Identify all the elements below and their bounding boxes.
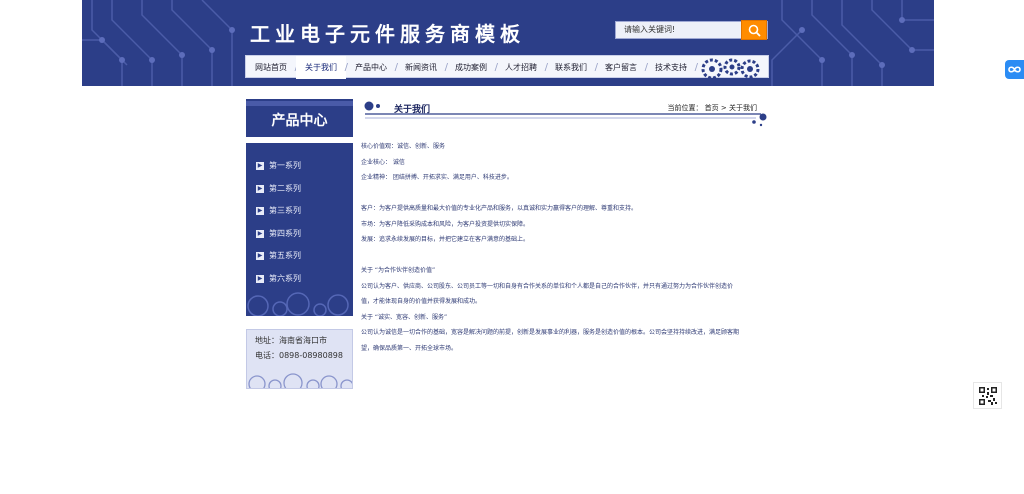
content-header: 关于我们 当前位置： 首页 > 关于我们 <box>361 99 769 127</box>
sidebar-item-label: 第四系列 <box>269 228 301 238</box>
search-icon <box>748 24 761 37</box>
paragraph: 值，才能体现自身的价值并获得发展和成功。 <box>361 298 482 305</box>
chevron-right-icon: ▶ <box>256 162 264 170</box>
circles-decoration <box>248 373 352 388</box>
nav-item-cases[interactable]: 成功案例 <box>446 56 498 79</box>
sidebar: 产品中心 ▶ 第一系列 ▶ 第二系列 ▶ 第三系列 ▶ 第四系列 ▶ 第五系列 ▶ 第六系列… <box>246 99 353 389</box>
contact-box: 地址：海南省海口市 电话：0898-08980898 <box>246 329 353 389</box>
nav-item-products[interactable]: 产品中心 <box>346 56 398 79</box>
chevron-right-icon: ▶ <box>256 229 264 238</box>
qr-code-icon <box>979 387 997 405</box>
paragraph: 客户：为客户提供高质量和最大价值的专业化产品和服务，以真诚和实力赢得客户的理解、… <box>361 205 638 212</box>
paragraph: 望，确保品质第一、开拓全球市场。 <box>361 344 458 352</box>
site-title: 工业电子元件服务商模板 <box>250 22 525 46</box>
site-header: 工业电子元件服务商模板 请输入关键词! 网站首页 关于我们 产品中心 新闻资讯 … <box>82 0 934 86</box>
sidebar-header: 产品中心 <box>246 99 353 140</box>
nav-item-jobs[interactable]: 人才招聘 <box>496 56 548 79</box>
nav-item-contact[interactable]: 联系我们 <box>546 56 598 79</box>
sidebar-category-list: ▶ 第一系列 ▶ 第二系列 ▶ 第三系列 ▶ 第四系列 ▶ 第五系列 ▶ 第六系列 <box>246 143 353 316</box>
contact-address: 地址：海南省海口市 <box>255 336 327 345</box>
paragraph: 公司认为客户、供应商、公司股东、公司员工等一切和自身有合作关系的单位和个人都是自… <box>361 282 734 290</box>
floating-side-tab[interactable] <box>1005 60 1024 79</box>
sidebar-title: 产品中心 <box>271 113 328 129</box>
chevron-right-icon: ▶ <box>256 184 264 193</box>
paragraph: 企业精神： 团结拼搏、开拓求实、满足用户、科技进步。 <box>361 174 513 181</box>
nav-item-message[interactable]: 客户留言 <box>596 56 648 79</box>
nav-item-about[interactable]: 关于我们 <box>296 56 348 79</box>
nav-item-home[interactable]: 网站首页 <box>246 56 298 79</box>
about-text: 核心价值观：诚信、创新、服务 企业核心： 诚信 企业精神： 团结拼搏、开拓求实、… <box>361 127 769 356</box>
paragraph: 关于 “为合作伙伴创造价值” <box>361 267 436 274</box>
page-title: 关于我们 <box>394 105 431 115</box>
sidebar-item-series-3[interactable]: ▶ 第三系列 <box>246 200 353 223</box>
sidebar-item-label: 第二系列 <box>269 183 301 193</box>
search-button[interactable] <box>741 20 767 40</box>
sidebar-header-stripe <box>246 101 353 106</box>
paragraph: 市场：为客户降低采购成本和风险，为客户投资提供切实保障。 <box>361 220 530 228</box>
paragraph: 公司认为诚信是一切合作的基础，宽容是解决问题的前提，创新是发展事业的利器，服务是… <box>361 329 740 336</box>
sidebar-item-label: 第五系列 <box>269 251 301 260</box>
sidebar-item-series-4[interactable]: ▶ 第四系列 <box>246 223 353 246</box>
sidebar-item-series-5[interactable]: ▶ 第五系列 <box>246 245 353 268</box>
paragraph: 关于 “诚实、宽容、创新、服务” <box>361 313 448 321</box>
sidebar-item-label: 第三系列 <box>269 206 301 215</box>
nav-item-news[interactable]: 新闻资讯 <box>396 56 448 79</box>
chevron-right-icon: ▶ <box>256 207 264 215</box>
paragraph: 企业核心： 诚信 <box>361 158 405 166</box>
main-content: 关于我们 当前位置： 首页 > 关于我们 核心价值观：诚信、创新、服务 企业核心… <box>361 99 769 356</box>
chevron-right-icon: ▶ <box>256 252 264 260</box>
qr-code-widget[interactable] <box>973 382 1002 409</box>
sidebar-item-label: 第一系列 <box>269 161 301 170</box>
paragraph: 发展：追求永续发展的目标，并把它建立在客户满意的基础上。 <box>361 236 530 243</box>
contact-phone: 电话：0898-08980898 <box>255 351 343 360</box>
sidebar-item-series-1[interactable]: ▶ 第一系列 <box>246 155 353 178</box>
nav-item-support[interactable]: 技术支持 <box>646 56 698 79</box>
sidebar-item-series-2[interactable]: ▶ 第二系列 <box>246 178 353 201</box>
circles-decoration <box>247 292 349 316</box>
main-navigation: 网站首页 关于我们 产品中心 新闻资讯 成功案例 人才招聘 联系我们 客户留言 … <box>245 55 769 79</box>
breadcrumb: 当前位置： 首页 > 关于我们 <box>667 104 757 112</box>
infinity-icon <box>1008 66 1021 73</box>
gears-decoration <box>701 58 760 79</box>
paragraph: 核心价值观：诚信、创新、服务 <box>361 143 446 150</box>
